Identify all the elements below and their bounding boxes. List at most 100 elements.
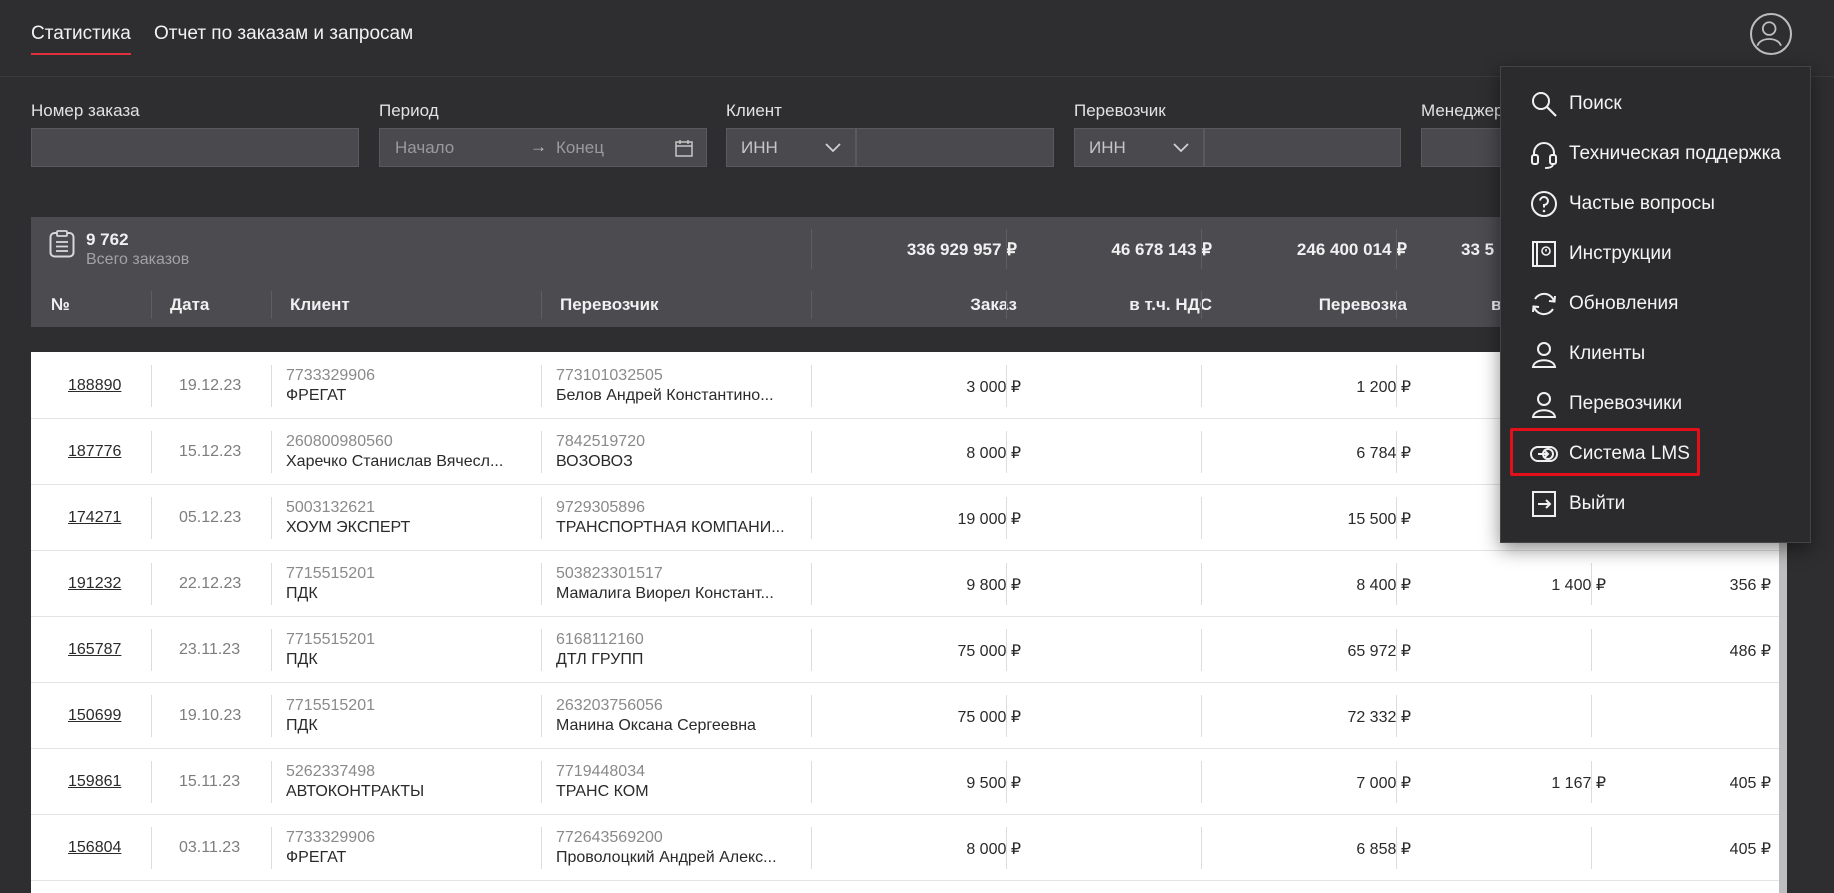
client-inn: 5003132621 <box>286 499 375 516</box>
client-label: Клиент <box>726 101 782 120</box>
order-date: 05.12.23 <box>179 509 242 526</box>
menu-item-updates[interactable]: Обновления <box>1529 284 1678 324</box>
carrier-inn-select[interactable]: ИНН <box>1074 128 1204 167</box>
client-cell: 260800980560 Харечко Станислав Вячесл... <box>286 419 531 485</box>
column-header-date[interactable]: Дата <box>170 295 209 315</box>
order-date: 23.11.23 <box>179 641 241 658</box>
row-divider <box>1396 563 1397 605</box>
table-row[interactable]: 159861 15.11.23 5262337498 АВТОКОНТРАКТЫ 771… <box>31 749 1787 815</box>
user-avatar-button[interactable] <box>1750 13 1792 55</box>
column-9-amount: 405 ₽ <box>1729 841 1771 858</box>
client-name: ХОУМ ЭКСПЕРТ <box>286 519 411 536</box>
book-icon <box>1532 241 1556 267</box>
client-inn-select-value: ИНН <box>741 137 778 157</box>
divider <box>151 291 152 319</box>
carrier-inn-input[interactable] <box>1204 128 1401 167</box>
carrier-inn: 773101032505 <box>556 367 663 384</box>
row-divider <box>541 827 542 869</box>
menu-item-clients[interactable]: Клиенты <box>1529 334 1645 374</box>
order-number-link[interactable]: 191232 <box>68 575 121 593</box>
client-inn-input[interactable] <box>856 128 1054 167</box>
table-row[interactable]: 156804 03.11.23 7733329906 ФРЕГАТ 7726435692… <box>31 815 1787 881</box>
table-row[interactable]: 165787 23.11.23 7715515201 ПДК 6168112160 ДТЛ… <box>31 617 1787 683</box>
row-divider <box>811 827 812 869</box>
menu-item-lms[interactable]: Система LMS <box>1529 434 1690 474</box>
carrier-inn-select-value: ИНН <box>1089 137 1126 157</box>
total-order-sum: 336 929 957 ₽ <box>906 240 1017 259</box>
row-divider <box>1591 827 1592 869</box>
client-cell: 5003132621 ХОУМ ЭКСПЕРТ <box>286 485 531 551</box>
menu-item-label: Частые вопросы <box>1569 193 1715 214</box>
row-divider <box>1201 365 1202 407</box>
order-number-link[interactable]: 156804 <box>68 839 121 857</box>
order-number-link[interactable]: 159861 <box>68 773 121 791</box>
chevron-down-icon <box>825 142 841 152</box>
column-header-number[interactable]: № <box>51 295 70 315</box>
client-cell: 7715515201 ПДК <box>286 617 531 683</box>
user-menu: Поиск Техническая поддержка Частые вопро… <box>1500 66 1811 543</box>
carrier-inn: 503823301517 <box>556 565 663 582</box>
row-divider <box>1201 761 1202 803</box>
order-number-link[interactable]: 174271 <box>68 509 121 527</box>
client-inn-select[interactable]: ИНН <box>726 128 856 167</box>
carrier-cell: 772643569200 Проволоцкий Андрей Алекс... <box>556 815 801 881</box>
column-header-carrier[interactable]: Перевозчик <box>560 295 659 315</box>
column-header-client[interactable]: Клиент <box>290 295 350 315</box>
menu-item-logout[interactable]: Выйти <box>1529 484 1625 524</box>
column-header-vat[interactable]: в т.ч. НДС <box>1006 295 1212 315</box>
column-8-amount: 1 400 ₽ <box>1551 577 1606 594</box>
total-transport-sum: 246 400 014 ₽ <box>1296 240 1407 259</box>
order-number-input[interactable] <box>31 128 359 167</box>
row-divider <box>1006 563 1007 605</box>
row-divider <box>811 629 812 671</box>
row-divider <box>1201 563 1202 605</box>
row-divider <box>811 695 812 737</box>
row-divider <box>1006 365 1007 407</box>
row-divider <box>1396 827 1397 869</box>
calendar-icon[interactable] <box>674 138 694 158</box>
menu-item-search[interactable]: Поиск <box>1529 84 1622 124</box>
period-start-field[interactable]: Начало <box>395 138 454 158</box>
column-header-order[interactable]: Заказ <box>811 295 1017 315</box>
order-number-link[interactable]: 150699 <box>68 707 121 725</box>
menu-item-support[interactable]: Техническая поддержка <box>1529 134 1781 174</box>
table-row[interactable]: 191232 22.12.23 7715515201 ПДК 503823301517 М… <box>31 551 1787 617</box>
manager-label: Менеджер <box>1421 101 1504 120</box>
tab-orders-report[interactable]: Отчет по заказам и запросам <box>154 23 413 45</box>
client-name: Харечко Станислав Вячесл... <box>286 453 504 470</box>
row-divider <box>1396 497 1397 539</box>
order-number-link[interactable]: 187776 <box>68 443 121 461</box>
carrier-cell: 7842519720 ВОЗОВОЗ <box>556 419 801 485</box>
carrier-cell: 263203756056 Манина Оксана Сергеевна <box>556 683 801 749</box>
row-divider <box>151 827 152 869</box>
order-number-link[interactable]: 165787 <box>68 641 121 659</box>
period-arrow: → <box>530 137 547 156</box>
tab-statistics[interactable]: Статистика <box>31 23 131 55</box>
order-number-label: Номер заказа <box>31 101 140 120</box>
order-amount: 8 000 ₽ <box>966 445 1021 462</box>
column-header-transport[interactable]: Перевозка <box>1201 295 1407 315</box>
menu-item-carriers[interactable]: Перевозчики <box>1529 384 1682 424</box>
carrier-name: Проволоцкий Андрей Алекс... <box>556 849 777 866</box>
menu-item-label: Система LMS <box>1569 443 1690 464</box>
divider <box>541 291 542 319</box>
row-divider <box>1006 695 1007 737</box>
row-divider <box>541 431 542 473</box>
row-divider <box>271 761 272 803</box>
period-range-input[interactable]: Начало → Конец <box>379 128 707 167</box>
menu-item-faq[interactable]: Частые вопросы <box>1529 184 1715 224</box>
row-divider <box>271 365 272 407</box>
order-number-link[interactable]: 188890 <box>68 377 121 395</box>
row-divider <box>151 497 152 539</box>
menu-item-instructions[interactable]: Инструкции <box>1529 234 1672 274</box>
order-amount: 19 000 ₽ <box>957 511 1021 528</box>
column-9-amount: 405 ₽ <box>1729 775 1771 792</box>
table-row[interactable]: 150699 19.10.23 7715515201 ПДК 263203756056 М… <box>31 683 1787 749</box>
menu-item-label: Поиск <box>1569 93 1622 114</box>
row-divider <box>541 695 542 737</box>
order-date: 19.10.23 <box>179 707 242 724</box>
carrier-name: Мамалига Виорел Констант... <box>556 585 774 602</box>
carrier-name: ТРАНС КОМ <box>556 783 649 800</box>
period-end-field[interactable]: Конец <box>556 138 604 158</box>
divider <box>1396 229 1397 269</box>
